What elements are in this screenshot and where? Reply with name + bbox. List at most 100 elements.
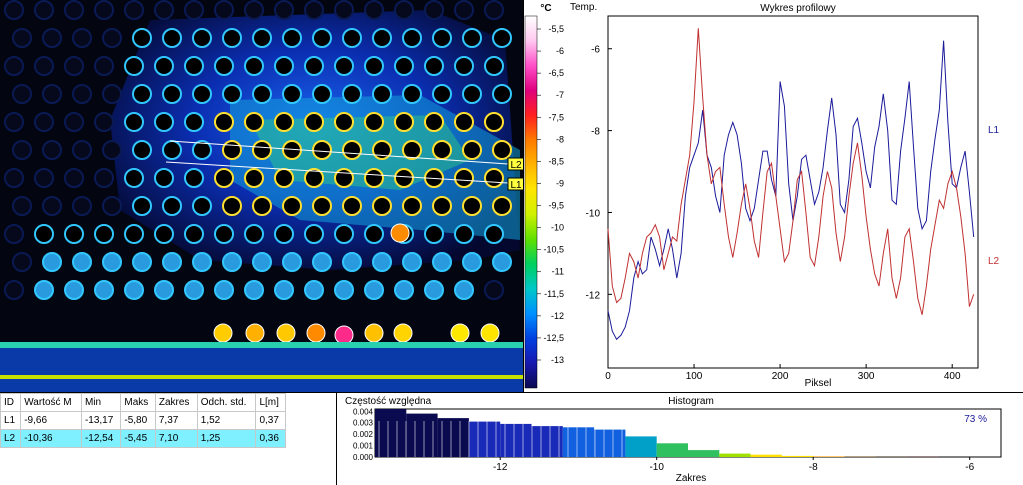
histogram-bar <box>468 421 501 457</box>
tube-dot <box>184 0 204 20</box>
stats-header-row: ID Wartość M Min Maks Zakres Odch. std. L[m] <box>0 393 286 412</box>
tube-dot <box>72 140 92 160</box>
tube-dot <box>492 196 512 216</box>
hot-tube-dot <box>393 323 413 343</box>
histogram-bar <box>656 443 688 457</box>
stats-header-cell[interactable]: ID <box>0 393 22 412</box>
tube-dot <box>274 112 294 132</box>
tube-dot <box>484 0 504 20</box>
histogram-bar <box>531 426 563 457</box>
tube-dot <box>102 252 122 272</box>
tube-dot <box>334 112 354 132</box>
line-label-l1: L1 <box>510 180 522 191</box>
tube-dot <box>184 168 204 188</box>
stats-cell: -12,54 <box>80 429 122 448</box>
tube-dot <box>154 280 174 300</box>
histogram-ytick-label: 0.003 <box>353 419 374 428</box>
tube-dot <box>304 56 324 76</box>
tube-dot <box>34 56 54 76</box>
tube-dot <box>244 224 264 244</box>
histogram-bar <box>719 453 751 457</box>
tube-dot <box>94 280 114 300</box>
tube-dot <box>4 0 24 20</box>
tube-dot <box>34 224 54 244</box>
stats-header-cell[interactable]: Odch. std. <box>196 393 257 412</box>
tube-dot <box>42 28 62 48</box>
hot-tube-dot <box>334 325 354 345</box>
stats-header-cell[interactable]: Wartość M <box>20 393 82 412</box>
legend-l2: L2 <box>988 256 1000 267</box>
hot-tube-dot <box>213 323 233 343</box>
stats-row[interactable]: L2 -10,36 -12,54 -5,45 7,10 1,25 0,36 <box>0 429 286 448</box>
scale-tick-label: -5,5 <box>548 24 564 34</box>
profile-xtick-label: 300 <box>858 371 875 382</box>
tube-dot <box>102 140 122 160</box>
tube-dot <box>4 224 24 244</box>
thermal-image[interactable]: L2 L1 <box>0 0 523 392</box>
scale-tick-label: -12 <box>551 311 564 321</box>
tube-dot <box>162 252 182 272</box>
tube-dot <box>64 280 84 300</box>
stats-header-cell[interactable]: Maks <box>120 393 156 412</box>
tube-dot <box>274 224 294 244</box>
tube-dot <box>222 140 242 160</box>
tube-dot <box>42 252 62 272</box>
profile-xtick-label: 200 <box>772 371 789 382</box>
tube-dot <box>334 0 354 20</box>
tube-dot <box>312 140 332 160</box>
tube-dot <box>342 196 362 216</box>
tube-dot <box>372 252 392 272</box>
tube-dot <box>432 196 452 216</box>
tube-dot <box>394 0 414 20</box>
tube-dot <box>342 252 362 272</box>
histogram-ytick-label: 0.004 <box>353 407 374 416</box>
tube-dot <box>432 84 452 104</box>
histogram-xtick-label: -6 <box>965 462 974 473</box>
tube-dot <box>282 252 302 272</box>
tube-dot <box>132 84 152 104</box>
tube-dot <box>274 168 294 188</box>
stats-header-cell[interactable]: Zakres <box>154 393 198 412</box>
tube-dot <box>162 28 182 48</box>
tube-dot <box>394 112 414 132</box>
stats-row[interactable]: L1 -9,66 -13,17 -5,80 7,37 1,52 0,37 <box>0 411 286 430</box>
scale-tick-label: -9,5 <box>548 201 564 211</box>
stats-header-cell[interactable]: Min <box>80 393 122 412</box>
tube-dot <box>312 84 332 104</box>
tube-dot <box>402 28 422 48</box>
tube-dot <box>364 112 384 132</box>
hot-tube-dot <box>276 323 296 343</box>
scale-tick-label: -10,5 <box>543 245 564 255</box>
scale-bar <box>524 15 538 389</box>
tube-dot <box>244 0 264 20</box>
tube-dot <box>342 140 362 160</box>
tube-dot <box>244 112 264 132</box>
tube-dot <box>454 168 474 188</box>
tube-dot <box>492 140 512 160</box>
tube-dot <box>214 0 234 20</box>
stats-panel: ID Wartość M Min Maks Zakres Odch. std. L[m] L… <box>0 393 336 485</box>
histogram-xtick-label: -8 <box>809 462 818 473</box>
histogram-xlabel: Zakres <box>676 473 707 484</box>
tube-dot <box>192 252 212 272</box>
tube-dot <box>222 252 242 272</box>
tube-dot <box>244 168 264 188</box>
tube-dot <box>12 140 32 160</box>
tube-dot <box>334 280 354 300</box>
tube-dot <box>274 56 294 76</box>
histogram-bar <box>813 456 845 457</box>
bottom-panel <box>0 342 523 392</box>
tube-dot <box>402 84 422 104</box>
profile-ytick-label: -12 <box>586 290 601 301</box>
tube-dot <box>184 112 204 132</box>
tube-dot <box>162 84 182 104</box>
tube-dot <box>364 280 384 300</box>
scale-tick-label: -8 <box>556 134 564 144</box>
stats-cell: L2 <box>0 429 22 448</box>
stats-header-cell[interactable]: L[m] <box>255 393 286 412</box>
tube-dot <box>94 112 114 132</box>
tube-dot <box>462 140 482 160</box>
tube-dot <box>424 56 444 76</box>
tube-dot <box>192 196 212 216</box>
tube-dot <box>34 0 54 20</box>
